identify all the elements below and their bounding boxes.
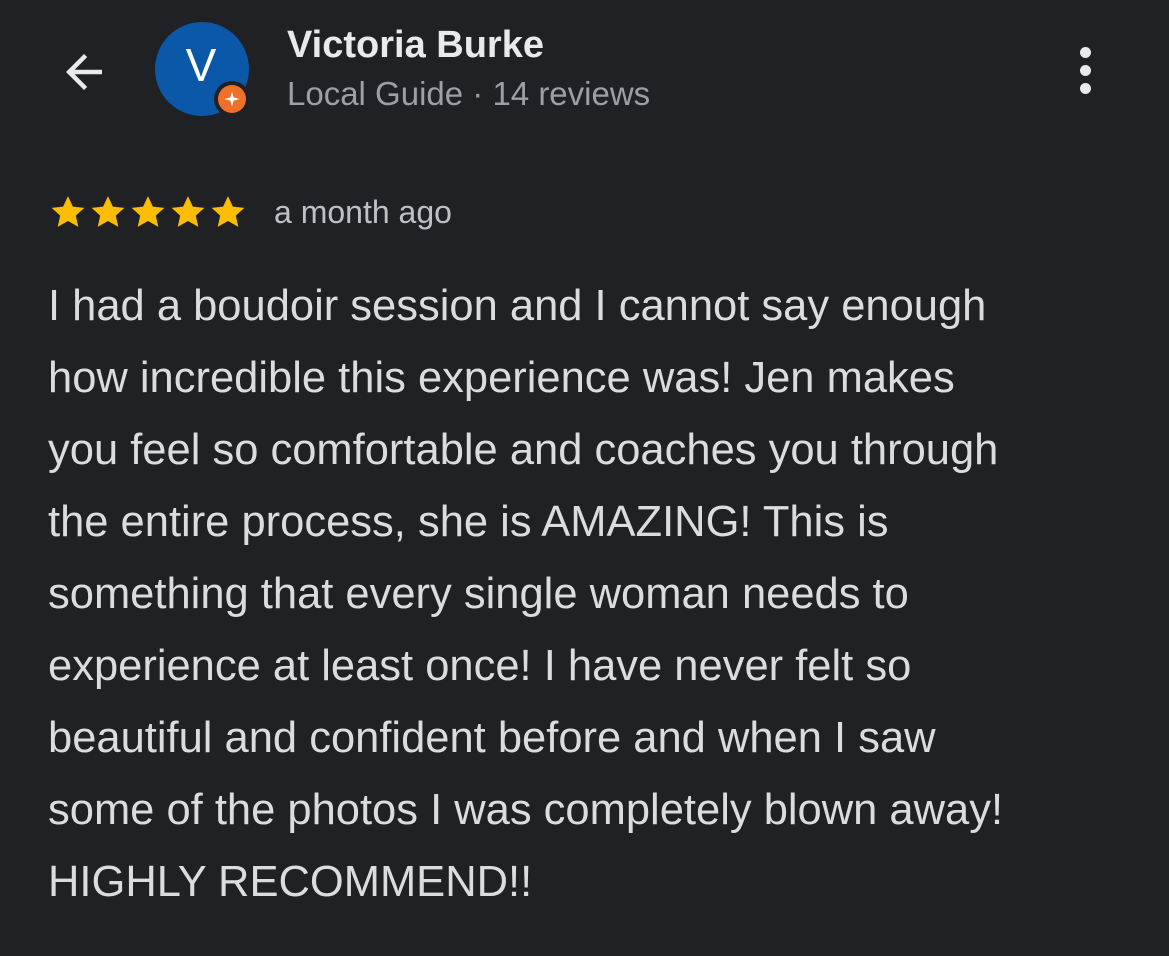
review-text: I had a boudoir session and I cannot say…	[48, 282, 1004, 906]
review-header: V Victoria Burke Local Guide · 14 review…	[0, 0, 1169, 150]
star-icon	[91, 196, 125, 227]
avatar[interactable]: V	[155, 22, 251, 118]
star-rating	[48, 192, 248, 232]
rating-row: a month ago	[48, 190, 452, 234]
star-icon	[131, 196, 165, 227]
more-vertical-icon-dot	[1079, 82, 1091, 94]
star-icon	[211, 196, 245, 227]
star-icon	[171, 196, 205, 227]
reviewer-name[interactable]: Victoria Burke	[287, 24, 544, 67]
review-timestamp: a month ago	[274, 193, 452, 230]
star-icon	[51, 196, 85, 227]
local-guide-star-icon	[218, 85, 246, 113]
arrow-left-icon	[66, 54, 102, 90]
avatar-letter: V	[185, 39, 217, 91]
more-options-button[interactable]	[1060, 38, 1110, 102]
more-vertical-icon	[1079, 46, 1091, 58]
back-button[interactable]	[52, 40, 116, 104]
local-guide-badge	[214, 81, 250, 117]
reviewer-meta: Local Guide · 14 reviews	[287, 75, 651, 112]
more-vertical-icon-dot	[1079, 64, 1091, 76]
